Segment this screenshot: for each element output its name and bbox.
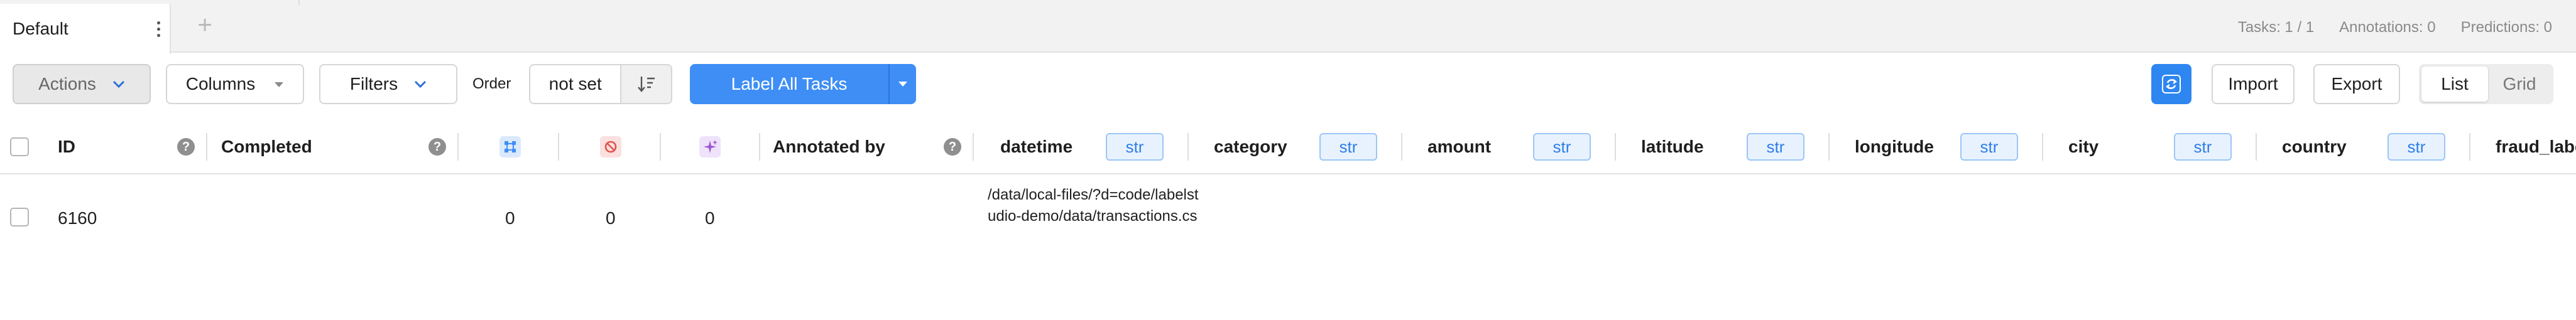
- actions-label: Actions: [38, 74, 96, 93]
- column-divider[interactable]: [1615, 133, 1616, 161]
- column-header-annotated-by[interactable]: Annotated by: [773, 119, 885, 174]
- cell-cancelled-annotations: 0: [606, 208, 616, 228]
- column-divider[interactable]: [558, 133, 559, 161]
- order-label: Order: [472, 75, 511, 92]
- type-badge: str: [1960, 133, 2018, 161]
- export-button[interactable]: Export: [2313, 64, 2400, 104]
- toolbar: Actions Columns Filters Order not set La…: [0, 53, 2576, 119]
- type-badge: str: [1106, 133, 1164, 161]
- refresh-icon[interactable]: [2151, 64, 2191, 104]
- column-divider[interactable]: [660, 133, 661, 161]
- column-divider[interactable]: [206, 133, 207, 161]
- type-badge: str: [2388, 133, 2445, 161]
- tab-default[interactable]: Default: [0, 4, 171, 54]
- annotations-count: Annotations: 0: [2339, 19, 2436, 36]
- table-header: ID ? Completed ? Annotated by ? datetime…: [0, 119, 2576, 174]
- row-checkbox[interactable]: [10, 208, 29, 227]
- columns-label: Columns: [185, 74, 256, 93]
- cell-datetime: /data/local-files/?d=code/labelstudio-de…: [988, 186, 1199, 225]
- column-divider[interactable]: [2042, 133, 2043, 161]
- order-control: not set: [529, 64, 672, 104]
- type-badge: str: [1533, 133, 1591, 161]
- caret-down-icon[interactable]: [888, 64, 916, 104]
- vertical-dots-icon[interactable]: [151, 18, 166, 40]
- sort-descending-icon[interactable]: [620, 65, 671, 103]
- column-divider[interactable]: [1187, 133, 1189, 161]
- predictions-count: Predictions: 0: [2460, 19, 2552, 36]
- tasks-count: Tasks: 1 / 1: [2237, 19, 2315, 36]
- column-header-id[interactable]: ID: [58, 119, 75, 174]
- column-divider[interactable]: [457, 133, 459, 161]
- tab-label: Default: [13, 19, 68, 38]
- column-divider[interactable]: [2469, 133, 2470, 161]
- annotations-count-icon[interactable]: [499, 136, 521, 157]
- column-header-latitude[interactable]: latitude: [1641, 119, 1704, 174]
- view-toggle: List Grid: [2419, 64, 2553, 104]
- help-icon[interactable]: ?: [177, 138, 195, 156]
- caret-down-icon: [274, 78, 284, 91]
- column-header-category[interactable]: category: [1214, 119, 1287, 174]
- tab-bar: Default + Tasks: 1 / 1 Annotations: 0 Pr…: [0, 0, 2576, 54]
- column-header-amount[interactable]: amount: [1427, 119, 1491, 174]
- column-header-country[interactable]: country: [2282, 119, 2347, 174]
- chevron-down-icon: [112, 76, 125, 92]
- chevron-down-icon: [414, 76, 427, 92]
- column-header-longitude[interactable]: longitude: [1855, 119, 1934, 174]
- task-stats: Tasks: 1 / 1 Annotations: 0 Predictions:…: [2238, 19, 2552, 36]
- type-badge: str: [1319, 133, 1377, 161]
- label-all-tasks-group: Label All Tasks: [690, 64, 916, 104]
- cell-total-annotations: 0: [505, 208, 515, 228]
- cell-id: 6160: [58, 208, 97, 228]
- column-divider[interactable]: [2256, 133, 2257, 161]
- order-select[interactable]: not set: [530, 65, 620, 103]
- filters-label: Filters: [349, 74, 398, 93]
- help-icon[interactable]: ?: [944, 138, 961, 156]
- view-list-button[interactable]: List: [2421, 67, 2488, 102]
- column-header-datetime[interactable]: datetime: [1000, 119, 1072, 174]
- columns-button[interactable]: Columns: [166, 64, 304, 104]
- column-divider[interactable]: [973, 133, 974, 161]
- type-badge: str: [1747, 133, 1804, 161]
- view-grid-button[interactable]: Grid: [2488, 67, 2551, 102]
- column-divider[interactable]: [1828, 133, 1830, 161]
- column-divider[interactable]: [1401, 133, 1402, 161]
- label-all-tasks-button[interactable]: Label All Tasks: [690, 64, 888, 104]
- select-all-checkbox[interactable]: [10, 137, 29, 156]
- column-divider[interactable]: [759, 133, 760, 161]
- column-header-fraud-label[interactable]: fraud_label: [2496, 119, 2576, 174]
- tab-bar-divider: [298, 0, 300, 5]
- cancelled-icon[interactable]: [600, 136, 621, 157]
- actions-button[interactable]: Actions: [13, 64, 151, 104]
- predictions-sparkle-icon[interactable]: [699, 136, 721, 157]
- table-row[interactable]: 6160 0 0 0 /data/local-files/?d=code/lab…: [0, 174, 2576, 262]
- import-button[interactable]: Import: [2212, 64, 2295, 104]
- help-icon[interactable]: ?: [428, 138, 446, 156]
- add-tab-button[interactable]: +: [192, 13, 217, 38]
- cell-total-predictions: 0: [705, 208, 715, 228]
- column-header-completed[interactable]: Completed: [221, 119, 312, 174]
- filters-button[interactable]: Filters: [319, 64, 457, 104]
- column-header-city[interactable]: city: [2068, 119, 2098, 174]
- type-badge: str: [2174, 133, 2232, 161]
